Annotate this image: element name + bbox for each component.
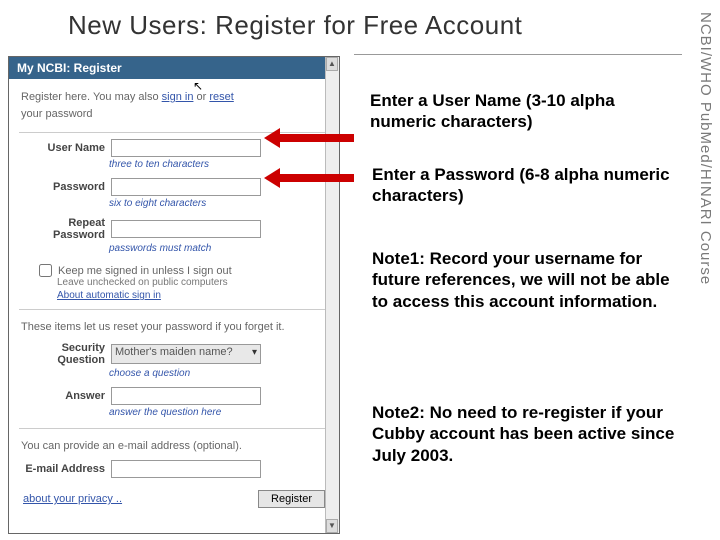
answer-label: Answer	[19, 390, 111, 402]
ncbi-header: My NCBI: Register	[9, 57, 339, 79]
username-input[interactable]	[111, 139, 261, 157]
security-question-label: Security Question	[19, 342, 111, 366]
keep-signed-checkbox[interactable]	[39, 264, 52, 277]
scroll-down-icon[interactable]: ▼	[326, 519, 338, 533]
intro-pre: Register here. You may also	[21, 91, 162, 103]
keep-signed-sub: Leave unchecked on public computers	[9, 277, 339, 288]
password-input[interactable]	[111, 178, 261, 196]
arrow-shaft	[278, 174, 354, 182]
signin-link[interactable]: sign in	[162, 91, 194, 103]
repeat-password-hint: passwords must match	[9, 243, 339, 260]
annotation-username: Enter a User Name (3-10 alpha numeric ch…	[370, 90, 660, 133]
password-hint: six to eight characters	[9, 198, 339, 215]
register-button[interactable]: Register	[258, 490, 325, 508]
annotation-password: Enter a Password (6-8 alpha numeric char…	[372, 164, 672, 207]
separator	[19, 132, 329, 133]
security-question-select[interactable]: Mother's maiden name?	[111, 344, 261, 364]
scroll-up-icon[interactable]: ▲	[326, 57, 338, 71]
reset-paragraph: These items let us reset your password i…	[9, 314, 339, 339]
email-input[interactable]	[111, 460, 261, 478]
ncbi-register-screenshot: My NCBI: Register ↖ Register here. You m…	[8, 56, 340, 534]
password-label: Password	[19, 181, 111, 193]
answer-hint: answer the question here	[9, 407, 339, 424]
arrow-shaft	[278, 134, 354, 142]
optional-paragraph: You can provide an e-mail address (optio…	[9, 433, 339, 458]
annotation-note1: Note1: Record your username for future r…	[372, 248, 678, 312]
course-side-label: NCBI/WHO PubMed/HINARI Course	[697, 12, 714, 285]
reset-link[interactable]: reset	[209, 91, 233, 103]
side-label-part2: PubMed/HINARI Course	[697, 97, 714, 286]
security-question-hint: choose a question	[9, 368, 339, 385]
divider	[354, 54, 682, 55]
scrollbar[interactable]: ▲ ▼	[325, 57, 339, 533]
repeat-password-input[interactable]	[111, 220, 261, 238]
privacy-link[interactable]: about your privacy ..	[23, 493, 122, 505]
annotation-note2: Note2: No need to re-register if your Cu…	[372, 402, 678, 466]
slide-title: New Users: Register for Free Account	[0, 0, 720, 45]
username-label: User Name	[19, 142, 111, 154]
intro-post: your password	[21, 108, 93, 120]
email-label: E-mail Address	[19, 463, 111, 475]
separator-2	[19, 309, 329, 310]
answer-input[interactable]	[111, 387, 261, 405]
separator-3	[19, 428, 329, 429]
repeat-password-label: Repeat Password	[19, 217, 111, 241]
cursor-icon: ↖	[193, 79, 203, 93]
keep-signed-label: Keep me signed in unless I sign out	[58, 265, 232, 277]
side-label-part1: NCBI/WHO	[697, 12, 714, 97]
register-intro: Register here. You may also sign in or r…	[9, 79, 339, 128]
auto-signin-link[interactable]: About automatic sign in	[57, 290, 161, 301]
